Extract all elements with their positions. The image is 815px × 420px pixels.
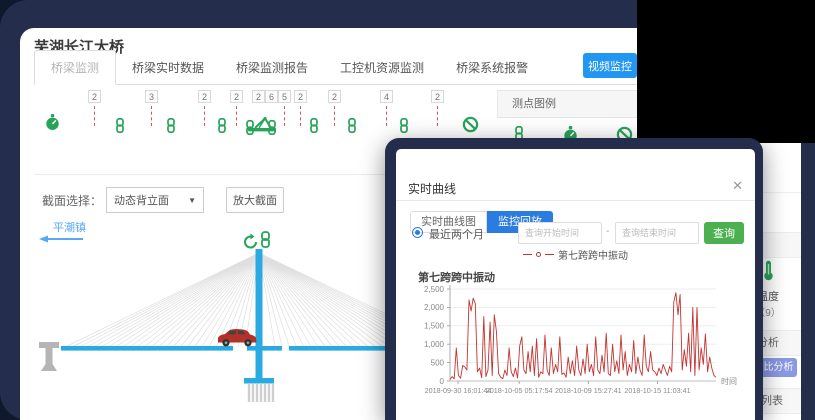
sensor-marker-line xyxy=(204,106,205,126)
chain-icon[interactable] xyxy=(398,118,410,133)
chain-icon[interactable] xyxy=(216,118,228,133)
dialog-inner: 实时曲线 ✕ 实时曲线图 监控回放 最近两个月 - 查询 第七跨跨中振动 xyxy=(396,149,755,420)
sensor-marker-line xyxy=(284,106,285,126)
close-icon[interactable]: ✕ xyxy=(732,178,743,194)
query-row: 最近两个月 - 查询 xyxy=(396,222,755,244)
chain-icon[interactable] xyxy=(266,120,278,135)
query-start-input[interactable] xyxy=(518,222,602,244)
sensor-count-badge: 2 xyxy=(230,90,243,103)
sensor-count-badge: 3 xyxy=(145,90,158,103)
chevron-down-icon: ▼ xyxy=(188,196,196,205)
svg-text:1,500: 1,500 xyxy=(424,322,445,331)
chain-icon[interactable] xyxy=(114,118,126,133)
sensor-count-badge: 6 xyxy=(265,90,278,103)
svg-text:1,000: 1,000 xyxy=(424,340,445,349)
query-end-input[interactable] xyxy=(615,222,699,244)
svg-text:2018-10-15 11:03:41: 2018-10-15 11:03:41 xyxy=(624,386,690,395)
sensor-marker-line xyxy=(437,106,438,126)
enlarge-section-button[interactable]: 放大截面 xyxy=(226,187,284,213)
abutment-pier xyxy=(39,342,59,371)
svg-text:500: 500 xyxy=(431,358,445,367)
legend-line-icon xyxy=(545,254,554,255)
bridge-tower xyxy=(256,249,263,380)
screenshot-stage: 芜湖长江大桥 桥梁监测 桥梁实时数据 桥梁监测报告 工控机资源监测 桥梁系统报警… xyxy=(0,0,815,420)
sensor-count-badge: 2 xyxy=(88,90,101,103)
radio-last-two-months[interactable] xyxy=(412,227,423,238)
tower-footing-cap xyxy=(244,378,274,384)
town-label: 平潮镇 xyxy=(53,220,86,234)
svg-text:2018-09-30 16:01:44: 2018-09-30 16:01:44 xyxy=(425,386,492,395)
sensor-marker-line xyxy=(94,106,95,126)
svg-text:2,500: 2,500 xyxy=(424,285,445,294)
sensor-marker-line xyxy=(151,106,152,126)
bridge-deck xyxy=(247,346,282,351)
sensor-marker-line xyxy=(236,106,237,126)
vibration-chart: 0 500 1,000 1,500 2,000 2,500 2018-09-30 16:01… xyxy=(414,281,740,420)
legend-label: 第七跨跨中振动 xyxy=(558,247,628,262)
clock-icon[interactable] xyxy=(45,114,60,131)
chart-legend[interactable]: 第七跨跨中振动 xyxy=(396,247,755,262)
tower-piles xyxy=(249,384,273,402)
dialog-header: 实时曲线 ✕ xyxy=(396,175,755,201)
query-button[interactable]: 查询 xyxy=(704,222,744,244)
car-illustration xyxy=(218,329,257,346)
vibration-chart-svg: 0 500 1,000 1,500 2,000 2,500 2018-09-30 16:01… xyxy=(414,281,740,415)
date-range-separator: - xyxy=(606,226,609,237)
svg-text:2018-10-09 15:27:41: 2018-10-09 15:27:41 xyxy=(555,386,622,395)
sensor-marker-line xyxy=(334,106,335,126)
svg-text:2018-10-05 05:17:54: 2018-10-05 05:17:54 xyxy=(486,386,553,395)
sensor-count-badge: 4 xyxy=(380,90,393,103)
section-select-value: 动态背立面 xyxy=(114,192,169,208)
section-select-label: 截面选择： xyxy=(42,192,102,209)
sensor-count-badge: 2 xyxy=(198,90,211,103)
legend-line-icon xyxy=(523,254,532,255)
svg-text:2,000: 2,000 xyxy=(424,303,445,312)
tower-top-sensor-icons[interactable] xyxy=(245,232,269,248)
svg-text:0: 0 xyxy=(440,377,445,386)
sensor-count-badge: 2 xyxy=(431,90,444,103)
sensor-count-badge: 5 xyxy=(278,90,291,103)
bridge-deck xyxy=(61,346,233,351)
realtime-curve-modal: 实时曲线 ✕ 实时曲线图 监控回放 最近两个月 - 查询 第七跨跨中振动 xyxy=(385,138,763,420)
chain-icon[interactable] xyxy=(346,118,358,133)
sensor-count-badge: 2 xyxy=(328,90,341,103)
sensor-count-badge: 2 xyxy=(252,90,265,103)
direction-arrow-head xyxy=(39,236,48,243)
legend-dot-icon xyxy=(536,252,541,257)
thermometer-icon xyxy=(762,268,775,285)
section-select-dropdown[interactable]: 动态背立面 ▼ xyxy=(106,187,204,213)
chain-icon[interactable] xyxy=(308,118,320,133)
sensor-count-badge: 2 xyxy=(294,90,307,103)
svg-text:时间: 时间 xyxy=(721,376,737,386)
sensor-marker-line xyxy=(386,106,387,126)
chain-icon[interactable] xyxy=(165,118,177,133)
black-overlay-window xyxy=(637,0,815,143)
ban-icon[interactable] xyxy=(462,116,479,133)
sensor-marker-line xyxy=(300,106,301,126)
dialog-title: 实时曲线 xyxy=(408,180,456,197)
radio-label: 最近两个月 xyxy=(429,226,484,242)
